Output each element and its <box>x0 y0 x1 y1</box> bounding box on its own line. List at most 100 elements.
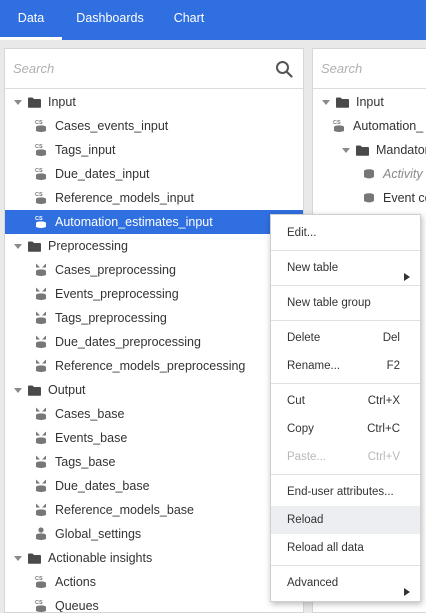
expand-caret-icon[interactable] <box>13 97 23 107</box>
menu-item-paste[interactable]: Paste... Ctrl+V <box>271 443 420 471</box>
menu-shortcut: Ctrl+V <box>367 451 400 463</box>
tree-item[interactable]: CS Reference_models_input <box>5 186 303 210</box>
menu-separator <box>271 474 420 475</box>
tree-folder[interactable]: Output <box>5 378 303 402</box>
menu-item-end-user-attributes[interactable]: End-user attributes... <box>271 478 420 506</box>
tab-dashboards[interactable]: Dashboards <box>62 0 158 40</box>
menu-shortcut: F2 <box>386 360 400 372</box>
cs-table-icon: CS <box>35 191 47 205</box>
tree-item-label: Actions <box>55 575 96 589</box>
tree-item[interactable]: CS Cases_events_input <box>5 114 303 138</box>
tree-item[interactable]: Reference_models_base <box>5 498 303 522</box>
menu-item-label: Edit... <box>287 227 317 239</box>
tree-item-label: Automation_ <box>353 119 424 133</box>
secondary-search-bar[interactable]: Search <box>313 49 426 89</box>
tree-item[interactable]: Reference_models_preprocessing <box>5 354 303 378</box>
tree-folder[interactable]: Input <box>5 90 303 114</box>
expand-caret-icon[interactable] <box>13 241 23 251</box>
expand-caret-icon[interactable] <box>13 385 23 395</box>
database-icon <box>363 167 375 181</box>
tree-item[interactable]: Tags_preprocessing <box>5 306 303 330</box>
tree-item[interactable]: Events_base <box>5 426 303 450</box>
tree-item[interactable]: CS Due_dates_input <box>5 162 303 186</box>
menu-item-delete[interactable]: Delete Del <box>271 324 420 352</box>
tree-item[interactable]: CS Queues <box>5 594 303 613</box>
tree-item[interactable]: CS Actions <box>5 570 303 594</box>
secondary-search-input[interactable]: Search <box>321 61 362 76</box>
menu-shortcut: Del <box>382 332 400 344</box>
menu-separator <box>271 250 420 251</box>
tab-chart[interactable]: Chart <box>158 0 220 40</box>
tree-item-label: Tags_input <box>55 143 116 157</box>
menu-shortcut: Ctrl+X <box>367 395 400 407</box>
menu-item-edit[interactable]: Edit... <box>271 219 420 247</box>
tree-item[interactable]: Activity <box>313 162 426 186</box>
tree-item[interactable]: Cases_preprocessing <box>5 258 303 282</box>
tree-item-label: Queues <box>55 599 99 613</box>
process-table-icon <box>35 479 47 493</box>
menu-item-reload-all-data[interactable]: Reload all data <box>271 534 420 562</box>
folder-icon <box>336 97 349 108</box>
menu-item-cut[interactable]: Cut Ctrl+X <box>271 387 420 415</box>
svg-text:CS: CS <box>35 168 43 174</box>
tree-item-label: Mandatory <box>376 143 426 157</box>
process-table-icon <box>35 335 47 349</box>
process-table-icon <box>35 407 47 421</box>
tree-item[interactable]: CS Automation_estimates_input <box>5 210 303 234</box>
expand-caret-icon[interactable] <box>321 97 331 107</box>
expand-caret-icon[interactable] <box>13 553 23 563</box>
tree-item[interactable]: CS Tags_input <box>5 138 303 162</box>
tree-folder[interactable]: Input <box>313 90 426 114</box>
tree-item-label: Tags_preprocessing <box>55 311 167 325</box>
search-bar[interactable]: Search <box>5 49 303 89</box>
tree-item-label: Global_settings <box>55 527 142 541</box>
menu-separator <box>271 565 420 566</box>
menu-item-reload[interactable]: Reload <box>271 506 420 534</box>
menu-separator <box>271 285 420 286</box>
menu-item-advanced[interactable]: Advanced <box>271 569 420 597</box>
tree-item[interactable]: Events_preprocessing <box>5 282 303 306</box>
cs-table-icon: CS <box>35 143 47 157</box>
tree-folder[interactable]: Actionable insights <box>5 546 303 570</box>
tree-item[interactable]: Global_settings <box>5 522 303 546</box>
svg-text:CS: CS <box>35 216 43 222</box>
tree-item-label: Reference_models_input <box>55 191 194 205</box>
tree-item-label: Due_dates_input <box>55 167 150 181</box>
tree-item[interactable]: Cases_base <box>5 402 303 426</box>
tree-item-label: Due_dates_preprocessing <box>55 335 201 349</box>
folder-icon <box>356 145 369 156</box>
menu-item-copy[interactable]: Copy Ctrl+C <box>271 415 420 443</box>
menu-item-label: Cut <box>287 395 305 407</box>
folder-icon <box>28 241 41 252</box>
svg-text:CS: CS <box>35 576 43 582</box>
svg-text:CS: CS <box>35 144 43 150</box>
tree-item-label: Cases_events_input <box>55 119 169 133</box>
menu-item-label: Copy <box>287 423 314 435</box>
search-input[interactable]: Search <box>13 61 54 76</box>
process-table-icon <box>35 455 47 469</box>
tree-item[interactable]: CS Automation_ <box>313 114 426 138</box>
submenu-arrow-icon <box>404 264 410 281</box>
tree-item-label: Activity <box>383 167 423 181</box>
tree-item-label: Actionable insights <box>48 551 153 565</box>
tree-folder[interactable]: Mandatory <box>313 138 426 162</box>
tree-item[interactable]: Due_dates_preprocessing <box>5 330 303 354</box>
tab-data[interactable]: Data <box>0 0 62 40</box>
menu-item-new-table-group[interactable]: New table group <box>271 289 420 317</box>
context-menu: Edit... New table New table group Delete Del… <box>270 214 421 602</box>
tree-item-label: Cases_base <box>55 407 125 421</box>
menu-item-label: Rename... <box>287 360 341 372</box>
menu-separator <box>271 320 420 321</box>
tree-item[interactable]: Due_dates_base <box>5 474 303 498</box>
menu-item-label: Paste... <box>287 451 326 463</box>
tree-item-label: Reference_models_preprocessing <box>55 359 246 373</box>
expand-caret-icon[interactable] <box>341 145 351 155</box>
menu-item-new-table[interactable]: New table <box>271 254 420 282</box>
tree-item-label: Event co <box>383 191 426 205</box>
tree-item[interactable]: Tags_base <box>5 450 303 474</box>
tree-item[interactable]: Event co <box>313 186 426 210</box>
tree-folder[interactable]: Preprocessing <box>5 234 303 258</box>
menu-item-rename[interactable]: Rename... F2 <box>271 352 420 380</box>
search-icon[interactable] <box>275 60 293 78</box>
menu-item-label: End-user attributes... <box>287 486 394 498</box>
